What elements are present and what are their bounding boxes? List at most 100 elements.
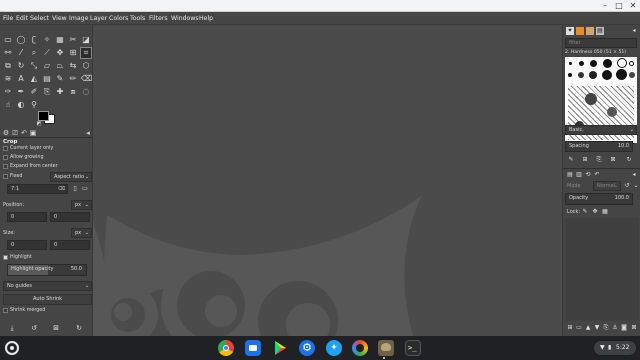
blur-tool-icon[interactable]: ◌ bbox=[81, 87, 91, 97]
gimp-app-icon[interactable] bbox=[378, 340, 394, 356]
reset-options-icon[interactable]: ↻ bbox=[75, 324, 83, 332]
menu-colors[interactable]: Colors bbox=[109, 12, 128, 25]
position-x-input[interactable]: 0 bbox=[7, 212, 47, 222]
size-unit-select[interactable]: px ⌄ bbox=[71, 228, 92, 238]
unified-transform-tool-icon[interactable]: ⧉ bbox=[3, 61, 13, 71]
clear-icon[interactable]: ⌫ bbox=[58, 185, 65, 193]
move-tool-icon[interactable]: ✥ bbox=[55, 48, 65, 58]
paths-tool-icon[interactable]: ⚯ bbox=[3, 48, 13, 58]
menu-image[interactable]: Image bbox=[69, 12, 88, 25]
new-layer-icon[interactable]: ⊞ bbox=[566, 324, 574, 332]
delete-brush-icon[interactable]: ⊠ bbox=[609, 156, 617, 164]
twitter-app-icon[interactable]: ✦ bbox=[326, 340, 342, 356]
highlight-checkbox[interactable] bbox=[3, 255, 8, 260]
layer-opacity-slider[interactable]: Opacity 100.0 bbox=[565, 193, 633, 205]
foreground-color-swatch[interactable] bbox=[38, 111, 49, 121]
layers-list[interactable] bbox=[565, 218, 639, 321]
menu-select[interactable]: Select bbox=[30, 12, 49, 25]
channels-tab-icon[interactable]: ▥ bbox=[575, 171, 583, 179]
delete-layer-icon[interactable]: ⊠ bbox=[630, 324, 638, 332]
guides-select[interactable]: No guides ⌄ bbox=[3, 281, 92, 291]
portrait-icon[interactable]: ▯ bbox=[71, 185, 79, 193]
zoom-tool-icon[interactable]: ⌕ bbox=[29, 48, 39, 58]
terminal-app-icon[interactable]: >_ bbox=[405, 340, 421, 356]
auto-shrink-button[interactable]: Auto Shrink bbox=[3, 294, 92, 305]
launcher-icon[interactable] bbox=[5, 341, 19, 355]
lock-alpha-icon[interactable]: ▦ bbox=[601, 208, 609, 216]
mode-reset-icon[interactable]: ↺ bbox=[623, 182, 631, 190]
flip-tool-icon[interactable]: ⇆ bbox=[68, 61, 78, 71]
close-icon[interactable]: ✕ bbox=[626, 1, 640, 11]
align-tool-icon[interactable]: ⊞ bbox=[68, 48, 78, 58]
tab-menu-icon[interactable]: ◂ bbox=[84, 129, 92, 137]
menu-view[interactable]: View bbox=[52, 12, 67, 25]
menu-edit[interactable]: Edit bbox=[16, 12, 28, 25]
undo-tab-icon[interactable]: ↶ bbox=[593, 171, 601, 179]
menu-help[interactable]: Help bbox=[199, 12, 213, 25]
play-store-app-icon[interactable] bbox=[272, 340, 288, 356]
restore-options-icon[interactable]: ↺ bbox=[30, 324, 38, 332]
current-layer-only-checkbox[interactable] bbox=[3, 146, 8, 151]
lower-layer-icon[interactable]: ▼ bbox=[593, 324, 601, 332]
layers-tab-icon[interactable]: ▤ bbox=[566, 171, 574, 179]
perspective-tool-icon[interactable]: ⏢ bbox=[55, 61, 65, 71]
color-picker-tool-icon[interactable]: ⁄ bbox=[16, 48, 26, 58]
cage-tool-icon[interactable]: ⬡ bbox=[81, 61, 91, 71]
fixed-checkbox[interactable] bbox=[3, 174, 8, 179]
image-canvas[interactable] bbox=[93, 25, 562, 336]
color-select-tool-icon[interactable]: ▦ bbox=[55, 35, 65, 45]
size-w-input[interactable]: 0 bbox=[7, 240, 47, 250]
dodge-burn-tool-icon[interactable]: ◐ bbox=[16, 100, 26, 110]
size-h-input[interactable]: 0 bbox=[50, 240, 90, 250]
maximize-icon[interactable]: □ bbox=[612, 1, 626, 11]
camera-app-icon[interactable] bbox=[352, 340, 368, 356]
allow-growing-checkbox[interactable] bbox=[3, 155, 8, 160]
gradient-tool-icon[interactable]: ▤ bbox=[42, 74, 52, 84]
reset-colors-icon[interactable]: ◩ bbox=[36, 121, 42, 127]
rotate-tool-icon[interactable]: ↻ bbox=[16, 61, 26, 71]
rect-select-tool-icon[interactable]: ▭ bbox=[3, 35, 13, 45]
duplicate-brush-icon[interactable]: ⎘ bbox=[595, 156, 603, 164]
pencil-tool-icon[interactable]: ✏ bbox=[68, 74, 78, 84]
new-brush-icon[interactable]: ⊞ bbox=[581, 156, 589, 164]
paths-tab-icon[interactable]: ⟲ bbox=[584, 171, 592, 179]
smudge-tool-icon[interactable]: ☝ bbox=[3, 100, 13, 110]
scale-tool-icon[interactable]: ⤡ bbox=[29, 61, 39, 71]
paintbrush-tool-icon[interactable]: ✎ bbox=[55, 74, 65, 84]
scissors-tool-icon[interactable]: ✂ bbox=[68, 35, 78, 45]
measure-tool-icon[interactable]: ⟋ bbox=[42, 48, 52, 58]
menu-file[interactable]: File bbox=[3, 12, 13, 25]
position-unit-select[interactable]: px ⌄ bbox=[71, 200, 92, 210]
lock-pixels-icon[interactable]: ✎ bbox=[581, 208, 589, 216]
shear-tool-icon[interactable]: ▱ bbox=[42, 61, 52, 71]
ellipse-select-tool-icon[interactable]: ◯ bbox=[16, 35, 26, 45]
device-status-tab-icon[interactable]: ⎚ bbox=[11, 129, 19, 137]
bucket-fill-tool-icon[interactable]: ◭ bbox=[29, 74, 39, 84]
shrink-merged-checkbox[interactable] bbox=[3, 308, 8, 313]
settings-app-icon[interactable]: ⚙ bbox=[299, 340, 315, 356]
patterns-tab-icon[interactable] bbox=[576, 27, 584, 35]
free-select-tool-icon[interactable]: ʗ bbox=[29, 35, 39, 45]
fuzzy-select-tool-icon[interactable]: ✧ bbox=[42, 35, 52, 45]
fixed-mode-select[interactable]: Aspect ratio ⌄ bbox=[50, 172, 92, 182]
edit-brush-icon[interactable]: ✎ bbox=[567, 156, 575, 164]
undo-history-tab-icon[interactable]: ↶ bbox=[20, 129, 28, 137]
anchor-layer-icon[interactable]: ⚓ bbox=[611, 324, 619, 332]
tab-menu-icon[interactable]: ◂ bbox=[630, 171, 638, 179]
aspect-ratio-input[interactable]: 7:1 ⌫ bbox=[7, 184, 68, 194]
fonts-tab-icon[interactable] bbox=[586, 27, 594, 35]
delete-options-icon[interactable]: ⊠ bbox=[52, 324, 60, 332]
heal-tool-icon[interactable]: ✚ bbox=[55, 87, 65, 97]
duplicate-layer-icon[interactable]: ⎘ bbox=[602, 324, 610, 332]
save-options-icon[interactable]: ⤓ bbox=[8, 324, 16, 332]
new-layer-group-icon[interactable]: ▭ bbox=[575, 324, 583, 332]
files-app-icon[interactable] bbox=[245, 340, 261, 356]
brush-filter-input[interactable]: filter bbox=[565, 38, 637, 48]
ink-tool-icon[interactable]: ✒ bbox=[16, 87, 26, 97]
mask-layer-icon[interactable]: ◙ bbox=[620, 324, 628, 332]
menu-layer[interactable]: Layer bbox=[90, 12, 107, 25]
lock-position-icon[interactable]: ✥ bbox=[591, 208, 599, 216]
status-area[interactable]: ▼ ▮ 5:22 bbox=[594, 341, 636, 355]
position-y-input[interactable]: 0 bbox=[50, 212, 90, 222]
menu-filters[interactable]: Filters bbox=[149, 12, 168, 25]
